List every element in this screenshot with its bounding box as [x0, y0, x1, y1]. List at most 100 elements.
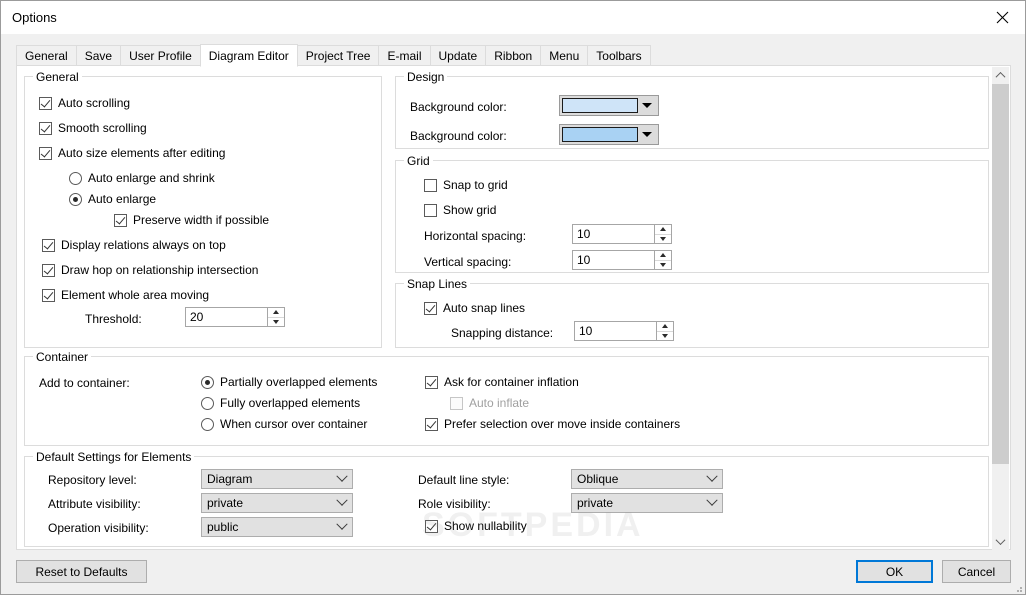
- chevron-down-icon[interactable]: [638, 132, 656, 137]
- radio-partially-overlapped[interactable]: Partially overlapped elements: [201, 375, 377, 389]
- checkbox-auto-scrolling[interactable]: Auto scrolling: [39, 96, 130, 110]
- snapping-distance-stepper[interactable]: 10: [574, 321, 674, 341]
- tab-general[interactable]: General: [16, 45, 77, 66]
- checkbox-indicator: [450, 397, 463, 410]
- spinner-buttons[interactable]: [654, 225, 671, 243]
- checkbox-indicator: [114, 214, 127, 227]
- radio-label: When cursor over container: [220, 417, 367, 431]
- checkbox-indicator: [42, 264, 55, 277]
- checkbox-label: Display relations always on top: [61, 238, 226, 252]
- group-default-settings-title: Default Settings for Elements: [33, 450, 194, 464]
- ok-button[interactable]: OK: [856, 560, 933, 583]
- scrollbar-thumb[interactable]: [992, 84, 1009, 464]
- checkbox-auto-snap-lines[interactable]: Auto snap lines: [424, 301, 525, 315]
- attribute-visibility-label: Attribute visibility:: [48, 497, 141, 511]
- tab-email[interactable]: E-mail: [378, 45, 430, 66]
- horizontal-spacing-value[interactable]: 10: [573, 225, 654, 243]
- checkbox-label: Element whole area moving: [61, 288, 209, 302]
- checkbox-indicator: [425, 418, 438, 431]
- chevron-down-icon: [332, 499, 352, 507]
- tab-diagram-editor[interactable]: Diagram Editor: [200, 44, 298, 67]
- add-to-container-label: Add to container:: [39, 376, 130, 390]
- checkbox-label: Ask for container inflation: [444, 375, 579, 389]
- checkbox-smooth-scrolling[interactable]: Smooth scrolling: [39, 121, 147, 135]
- close-icon[interactable]: [979, 1, 1025, 33]
- role-visibility-dropdown[interactable]: private: [571, 493, 723, 513]
- checkbox-label: Show grid: [443, 203, 496, 217]
- checkbox-indicator: [424, 302, 437, 315]
- horizontal-spacing-stepper[interactable]: 10: [572, 224, 672, 244]
- group-grid-title: Grid: [404, 154, 433, 168]
- attribute-visibility-dropdown[interactable]: private: [201, 493, 353, 513]
- radio-auto-enlarge[interactable]: Auto enlarge: [69, 192, 156, 206]
- chevron-down-icon: [702, 499, 722, 507]
- spinner-down-icon[interactable]: [268, 318, 284, 327]
- tab-project-tree[interactable]: Project Tree: [297, 45, 380, 66]
- radio-fully-overlapped[interactable]: Fully overlapped elements: [201, 396, 360, 410]
- group-default-settings: Default Settings for Elements Repository…: [24, 456, 989, 547]
- spinner-buttons[interactable]: [656, 322, 673, 340]
- background-color-1-picker[interactable]: [559, 95, 659, 116]
- spinner-down-icon[interactable]: [655, 261, 671, 270]
- horizontal-spacing-label: Horizontal spacing:: [424, 229, 526, 243]
- background-color-2-picker[interactable]: [559, 124, 659, 145]
- snapping-distance-value[interactable]: 10: [575, 322, 656, 340]
- checkbox-display-relations-on-top[interactable]: Display relations always on top: [42, 238, 226, 252]
- spinner-up-icon[interactable]: [268, 308, 284, 318]
- checkbox-ask-for-container-inflation[interactable]: Ask for container inflation: [425, 375, 579, 389]
- spinner-up-icon[interactable]: [655, 251, 671, 261]
- threshold-value[interactable]: 20: [186, 308, 267, 326]
- checkbox-indicator: [39, 122, 52, 135]
- checkbox-label: Prefer selection over move inside contai…: [444, 417, 680, 431]
- tab-list: General Save User Profile Diagram Editor…: [16, 45, 650, 66]
- vertical-spacing-stepper[interactable]: 10: [572, 250, 672, 270]
- default-line-style-dropdown[interactable]: Oblique: [571, 469, 723, 489]
- checkbox-label: Show nullability: [444, 519, 527, 533]
- group-design: Design Background color: Background colo…: [395, 76, 989, 149]
- radio-when-cursor-over-container[interactable]: When cursor over container: [201, 417, 367, 431]
- radio-auto-enlarge-and-shrink[interactable]: Auto enlarge and shrink: [69, 171, 215, 185]
- dropdown-value: private: [572, 496, 702, 510]
- checkbox-draw-hop[interactable]: Draw hop on relationship intersection: [42, 263, 258, 277]
- spinner-up-icon[interactable]: [657, 322, 673, 332]
- resize-grip[interactable]: [1010, 580, 1022, 592]
- checkbox-prefer-selection[interactable]: Prefer selection over move inside contai…: [425, 417, 680, 431]
- spinner-down-icon[interactable]: [657, 332, 673, 341]
- vertical-scrollbar[interactable]: [992, 67, 1009, 550]
- tab-ribbon[interactable]: Ribbon: [485, 45, 541, 66]
- scroll-up-icon[interactable]: [992, 67, 1009, 84]
- tab-update[interactable]: Update: [430, 45, 487, 66]
- scroll-down-icon[interactable]: [992, 533, 1009, 550]
- cancel-button[interactable]: Cancel: [942, 560, 1011, 583]
- checkbox-snap-to-grid[interactable]: Snap to grid: [424, 178, 508, 192]
- checkbox-auto-size-elements[interactable]: Auto size elements after editing: [39, 146, 225, 160]
- chevron-down-icon[interactable]: [638, 103, 656, 108]
- vertical-spacing-value[interactable]: 10: [573, 251, 654, 269]
- threshold-stepper[interactable]: 20: [185, 307, 285, 327]
- chevron-down-icon: [702, 475, 722, 483]
- repository-level-dropdown[interactable]: Diagram: [201, 469, 353, 489]
- spinner-down-icon[interactable]: [655, 235, 671, 244]
- checkbox-auto-inflate: Auto inflate: [450, 396, 529, 410]
- tab-menu[interactable]: Menu: [540, 45, 588, 66]
- threshold-spinner-buttons[interactable]: [267, 308, 284, 326]
- scrollbar-track[interactable]: [992, 84, 1009, 533]
- operation-visibility-dropdown[interactable]: public: [201, 517, 353, 537]
- checkbox-element-whole-area-moving[interactable]: Element whole area moving: [42, 288, 209, 302]
- checkbox-indicator: [42, 289, 55, 302]
- tab-user-profile[interactable]: User Profile: [120, 45, 201, 66]
- reset-to-defaults-button[interactable]: Reset to Defaults: [16, 560, 147, 583]
- chevron-down-icon: [332, 475, 352, 483]
- checkbox-show-grid[interactable]: Show grid: [424, 203, 496, 217]
- color-swatch: [562, 127, 638, 142]
- checkbox-preserve-width[interactable]: Preserve width if possible: [114, 213, 269, 227]
- tab-save[interactable]: Save: [76, 45, 121, 66]
- checkbox-show-nullability[interactable]: Show nullability: [425, 519, 527, 533]
- spinner-buttons[interactable]: [654, 251, 671, 269]
- checkbox-indicator: [42, 239, 55, 252]
- tab-toolbars[interactable]: Toolbars: [587, 45, 650, 66]
- spinner-up-icon[interactable]: [655, 225, 671, 235]
- threshold-label: Threshold:: [85, 312, 142, 326]
- checkbox-label: Preserve width if possible: [133, 213, 269, 227]
- checkbox-label: Auto scrolling: [58, 96, 130, 110]
